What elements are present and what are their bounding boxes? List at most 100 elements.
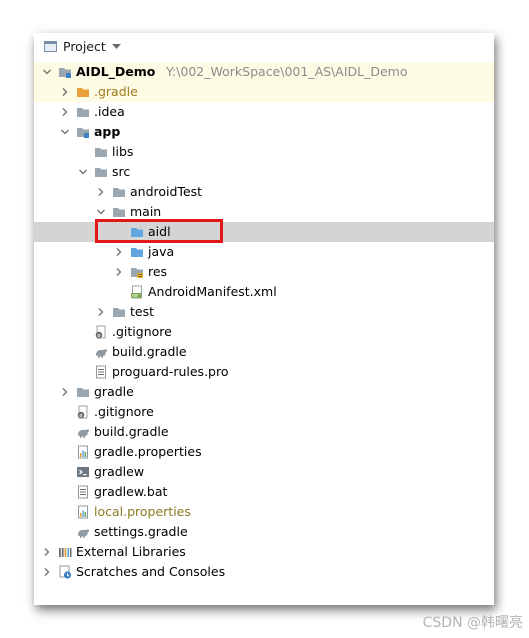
tree-row[interactable]: res — [34, 262, 494, 282]
chevron-right-icon[interactable] — [114, 267, 124, 277]
tree-item-label: gradlew — [94, 464, 145, 479]
chevron-right-icon[interactable] — [60, 107, 70, 117]
chevron-down-icon[interactable] — [42, 67, 52, 77]
tree-item-label: External Libraries — [76, 544, 186, 559]
folder-blue-icon — [131, 248, 143, 257]
properties-icon — [78, 445, 88, 459]
tree-row[interactable]: app — [34, 122, 494, 142]
svg-text:MF: MF — [132, 293, 139, 299]
tree-row[interactable]: gradle — [34, 382, 494, 402]
chevron-down-icon[interactable] — [112, 44, 121, 50]
tree-item-label: proguard-rules.pro — [112, 364, 229, 379]
tree-row[interactable]: settings.gradle — [34, 522, 494, 542]
folder-icon — [95, 168, 107, 177]
module-icon — [77, 128, 89, 138]
tree-item-label: local.properties — [94, 504, 191, 519]
gitignore-icon: ø — [95, 325, 106, 339]
tree-item-label: build.gradle — [94, 424, 169, 439]
tree-item-label: AIDL_Demo — [76, 64, 156, 79]
chevron-down-icon[interactable] — [96, 207, 106, 217]
tree-item-label: gradle — [94, 384, 134, 399]
tree-row[interactable]: AIDL_Demo Y:\002_WorkSpace\001_AS\AIDL_De… — [34, 62, 494, 82]
folder-res-icon — [131, 268, 143, 278]
gitignore-icon: ø — [77, 405, 88, 419]
tree-row[interactable]: test — [34, 302, 494, 322]
tree-item-label: .idea — [94, 104, 125, 119]
tree-row[interactable]: .idea — [34, 102, 494, 122]
folder-icon — [113, 208, 125, 217]
chevron-right-icon[interactable] — [96, 307, 106, 317]
folder-icon — [77, 108, 89, 117]
folder-blue-icon — [131, 228, 143, 237]
chevron-right-icon[interactable] — [96, 187, 106, 197]
project-view-title[interactable]: Project — [63, 39, 106, 54]
text-file-icon — [96, 365, 106, 379]
tree-row[interactable]: build.gradle — [34, 342, 494, 362]
watermark: CSDN @韩曙亮 — [422, 615, 523, 631]
tree-item-label: app — [94, 124, 121, 139]
module-icon — [59, 68, 71, 78]
tree-item-label: test — [130, 304, 155, 319]
libraries-icon — [59, 548, 72, 557]
folder-icon — [77, 388, 89, 397]
tree-item-label: build.gradle — [112, 344, 187, 359]
project-window-icon — [44, 41, 57, 52]
tree-row[interactable]: ø .gitignore — [34, 322, 494, 342]
tree-item-label: settings.gradle — [94, 524, 188, 539]
gradle-icon — [78, 529, 90, 538]
manifest-icon: MF — [131, 285, 142, 299]
tree-item-label: androidTest — [130, 184, 203, 199]
gradle-icon — [78, 429, 90, 438]
tree-item-label: res — [148, 264, 168, 279]
scratches-icon — [59, 565, 72, 579]
tree-row[interactable]: gradlew.bat — [34, 482, 494, 502]
tree-row[interactable]: gradle.properties — [34, 442, 494, 462]
tree-item-label: Scratches and Consoles — [76, 564, 226, 579]
folder-icon — [95, 148, 107, 157]
tree-row[interactable]: java — [34, 242, 494, 262]
chevron-down-icon[interactable] — [60, 127, 70, 137]
tree-item-label: .gitignore — [112, 324, 172, 339]
tree-item-label: gradlew.bat — [94, 484, 168, 499]
tree-item-label: aidl — [148, 224, 171, 239]
project-panel: Project AIDL_Demo Y:\002_WorkSpace\001_AS… — [34, 33, 494, 605]
tree-row[interactable]: aidl — [34, 222, 494, 242]
svg-text:ø: ø — [97, 333, 100, 339]
chevron-right-icon[interactable] — [42, 567, 52, 577]
tree-item-label: libs — [112, 144, 134, 159]
tree-row[interactable]: .gradle — [34, 82, 494, 102]
chevron-right-icon[interactable] — [60, 387, 70, 397]
tree-row[interactable]: Scratches and Consoles — [34, 562, 494, 582]
tree-row[interactable]: libs — [34, 142, 494, 162]
tree-row[interactable]: gradlew — [34, 462, 494, 482]
project-path: Y:\002_WorkSpace\001_AS\AIDL_Demo — [166, 64, 408, 79]
tree-row[interactable]: main — [34, 202, 494, 222]
chevron-right-icon[interactable] — [114, 247, 124, 257]
folder-orange-icon — [77, 88, 89, 97]
tree-row[interactable]: External Libraries — [34, 542, 494, 562]
svg-text:ø: ø — [79, 413, 82, 419]
tree-row[interactable]: build.gradle — [34, 422, 494, 442]
tree-item-label: java — [148, 244, 175, 259]
tree-item-label: .gradle — [94, 84, 138, 99]
tree-row[interactable]: proguard-rules.pro — [34, 362, 494, 382]
chevron-right-icon[interactable] — [60, 87, 70, 97]
tree-item-label: src — [112, 164, 131, 179]
tree-row[interactable]: MF AndroidManifest.xml — [34, 282, 494, 302]
tree-item-label: AndroidManifest.xml — [148, 284, 277, 299]
project-view-header[interactable]: Project — [34, 33, 494, 61]
tree-row[interactable]: androidTest — [34, 182, 494, 202]
folder-icon — [113, 188, 125, 197]
tree-row[interactable]: src — [34, 162, 494, 182]
tree-item-label: .gitignore — [94, 404, 154, 419]
tree-item-label: gradle.properties — [94, 444, 202, 459]
tree-row[interactable]: ø .gitignore — [34, 402, 494, 422]
chevron-right-icon[interactable] — [42, 547, 52, 557]
folder-icon — [113, 308, 125, 317]
text-file-icon — [78, 485, 88, 499]
chevron-down-icon[interactable] — [78, 167, 88, 177]
terminal-icon — [77, 467, 89, 477]
gradle-icon — [96, 349, 108, 358]
tree-row[interactable]: local.properties — [34, 502, 494, 522]
tree-item-label: main — [130, 204, 162, 219]
